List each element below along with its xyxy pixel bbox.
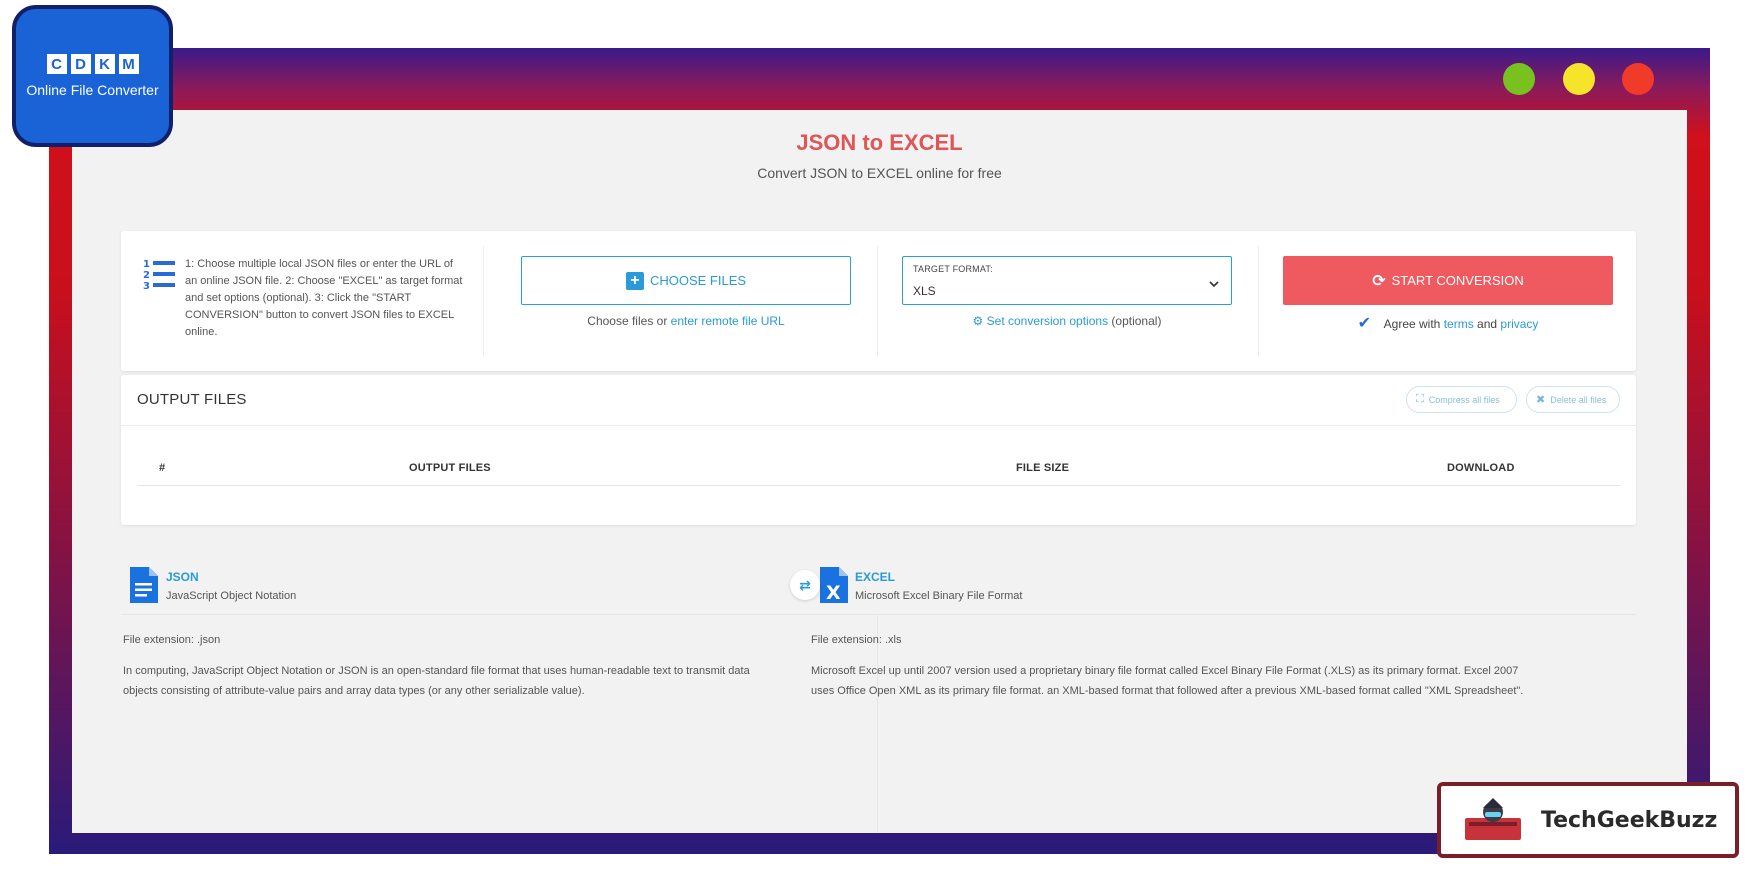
refresh-icon: ⟳: [1372, 272, 1386, 290]
agree-row: ✔ Agree with terms and privacy: [1283, 313, 1613, 333]
terms-link[interactable]: terms: [1444, 317, 1474, 331]
plus-icon: +: [625, 271, 644, 290]
choose-files-button[interactable]: + CHOOSE FILES: [521, 256, 851, 305]
logo-letters: C D K M: [46, 54, 139, 74]
logo-letter: D: [70, 54, 91, 74]
column-header-number: #: [159, 462, 166, 474]
start-conversion-button[interactable]: ⟳ START CONVERSION: [1283, 256, 1613, 305]
swap-icon[interactable]: ⇄: [790, 570, 820, 600]
target-format-section: TARGET FORMAT: XLS ⚙ Set conversion opti…: [902, 231, 1232, 371]
logo-letter: M: [118, 54, 139, 74]
chevron-down-icon: [1209, 281, 1219, 288]
divider: [812, 614, 1636, 615]
divider: [121, 614, 861, 615]
column-header-output-files: OUTPUT FILES: [409, 462, 491, 474]
set-options-suffix: (optional): [1111, 314, 1162, 328]
target-format-full-name: Microsoft Excel Binary File Format: [855, 590, 1023, 602]
source-extension: File extension: .json: [123, 634, 221, 646]
target-description: Microsoft Excel up until 2007 version us…: [811, 665, 1524, 697]
page-subtitle: Convert JSON to EXCEL online for free: [757, 165, 1002, 181]
source-format-full-name: JavaScript Object Notation: [166, 590, 297, 602]
privacy-link[interactable]: privacy: [1500, 317, 1538, 331]
target-extension: File extension: .xls: [811, 634, 902, 646]
output-title: OUTPUT FILES: [137, 391, 247, 408]
target-format-select[interactable]: TARGET FORMAT: XLS: [902, 256, 1232, 305]
target-format-value: XLS: [913, 284, 936, 298]
source-format-name[interactable]: JSON: [166, 570, 199, 584]
converter-page: JSON to EXCEL Convert JSON to EXCEL onli…: [72, 110, 1687, 833]
target-format-label: TARGET FORMAT:: [913, 264, 993, 274]
column-header-download: DOWNLOAD: [1447, 462, 1515, 474]
compress-icon: ⛶: [1416, 393, 1424, 405]
svg-text:1: 1: [143, 259, 150, 270]
numbered-list-icon: 1 2 3: [143, 259, 175, 292]
output-files-panel: OUTPUT FILES ⛶ Compress all files ✖ Dele…: [121, 375, 1636, 525]
choose-files-hint: Choose files or enter remote file URL: [521, 314, 851, 328]
watermark-text: TechGeekBuzz: [1541, 807, 1718, 833]
output-header: OUTPUT FILES ⛶ Compress all files ✖ Dele…: [121, 375, 1636, 426]
svg-text:2: 2: [143, 270, 150, 281]
window-maximize-button[interactable]: [1503, 63, 1535, 95]
choose-files-label: CHOOSE FILES: [649, 273, 747, 288]
target-format-name[interactable]: EXCEL: [855, 570, 895, 584]
remote-url-link[interactable]: enter remote file URL: [671, 314, 785, 328]
table-header-divider: [137, 485, 1620, 486]
window-minimize-button[interactable]: [1563, 63, 1595, 95]
source-description: In computing, JavaScript Object Notation…: [123, 665, 750, 697]
conversion-options: ⚙ Set conversion options (optional): [902, 314, 1232, 328]
agree-checkbox[interactable]: ✔: [1358, 315, 1371, 332]
close-icon: ✖: [1536, 394, 1546, 406]
choose-files-section: + CHOOSE FILES Choose files or enter rem…: [521, 231, 851, 371]
conversion-panel: 1 2 3 1: Choose multiple local JSON file…: [121, 231, 1636, 371]
techgeekbuzz-watermark: TechGeekBuzz: [1437, 782, 1739, 858]
svg-text:X: X: [826, 582, 841, 603]
compress-all-button[interactable]: ⛶ Compress all files: [1406, 386, 1517, 413]
set-options-link[interactable]: Set conversion options: [987, 314, 1108, 328]
svg-text:3: 3: [143, 281, 150, 292]
page-title: JSON to EXCEL: [796, 130, 963, 155]
divider: [1258, 246, 1259, 356]
delete-all-button[interactable]: ✖ Delete all files: [1526, 386, 1620, 413]
document-icon: [130, 567, 158, 603]
logo-letter: K: [94, 54, 115, 74]
excel-icon: X: [820, 567, 848, 603]
cdkm-logo[interactable]: C D K M Online File Converter: [12, 5, 173, 147]
divider: [483, 246, 484, 356]
start-conversion-label: START CONVERSION: [1391, 273, 1524, 288]
compress-label: Compress all files: [1428, 394, 1500, 405]
choose-prefix: Choose files or: [587, 314, 668, 328]
divider: [877, 246, 878, 356]
logo-text: Online File Converter: [26, 82, 159, 98]
delete-label: Delete all files: [1550, 394, 1607, 405]
start-section: ⟳ START CONVERSION ✔ Agree with terms an…: [1283, 231, 1613, 371]
window-close-button[interactable]: [1622, 63, 1654, 95]
gear-icon: ⚙: [972, 314, 984, 328]
agree-and: and: [1477, 317, 1498, 331]
agree-prefix: Agree with: [1383, 317, 1441, 331]
mascot-icon: [1465, 798, 1521, 840]
logo-letter: C: [46, 54, 67, 74]
column-header-file-size: FILE SIZE: [1016, 462, 1070, 474]
